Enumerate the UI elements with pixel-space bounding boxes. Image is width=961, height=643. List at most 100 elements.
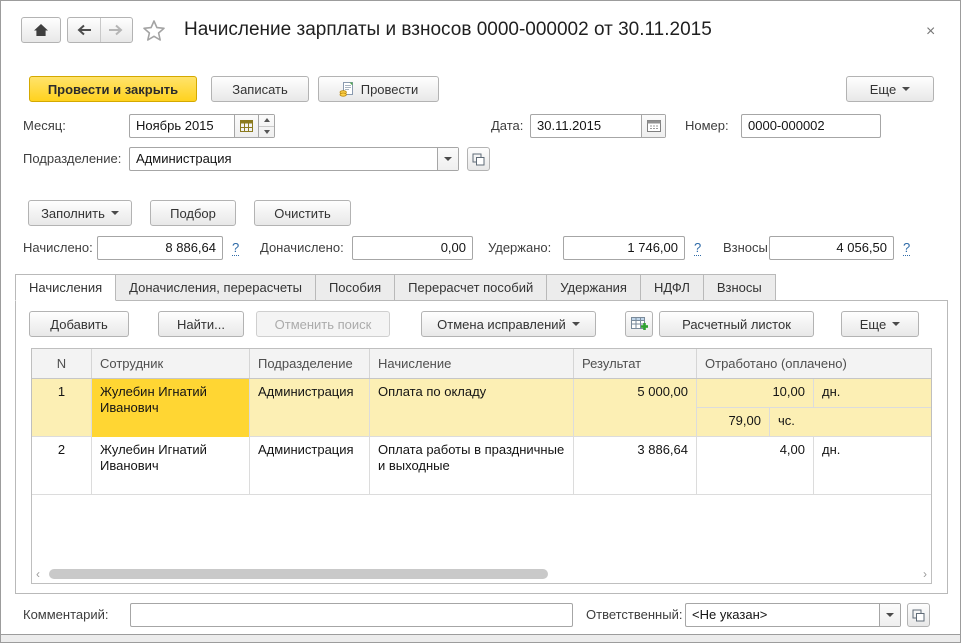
- clear-button[interactable]: Очистить: [254, 200, 351, 226]
- table-settings-button[interactable]: [625, 311, 653, 337]
- more-button-grid[interactable]: Еще: [841, 311, 919, 337]
- cell-employee-current[interactable]: Жулебин Игнатий Иванович: [92, 379, 250, 437]
- col-header-worked[interactable]: Отработано (оплачено): [697, 349, 931, 378]
- post-button[interactable]: Провести: [318, 76, 439, 102]
- calendar-grid-icon: [240, 120, 253, 132]
- scroll-left-icon[interactable]: ‹: [36, 567, 40, 581]
- cell-worked-days-value[interactable]: 4,00: [697, 437, 814, 495]
- horizontal-scrollbar[interactable]: ‹ ›: [33, 566, 930, 582]
- chevron-down-icon: [902, 87, 911, 91]
- fill-label: Заполнить: [41, 205, 105, 221]
- post-and-close-button[interactable]: Провести и закрыть: [29, 76, 197, 102]
- back-button[interactable]: [68, 18, 100, 42]
- cell-employee[interactable]: Жулебин Игнатий Иванович: [92, 437, 250, 495]
- post-label: Провести: [360, 81, 419, 97]
- chevron-down-icon: [110, 211, 119, 215]
- calendar-icon: [646, 120, 661, 132]
- month-picker-button[interactable]: [234, 115, 258, 137]
- tab-bar: Начисления Доначисления, перерасчеты Пос…: [15, 274, 776, 301]
- undo-corrections-button[interactable]: Отмена исправлений: [421, 311, 596, 337]
- contributions-input[interactable]: 4 056,50: [769, 236, 894, 260]
- date-field-group: 30.11.2015: [530, 114, 666, 138]
- department-open-button[interactable]: [467, 147, 490, 171]
- home-icon: [34, 24, 48, 36]
- scroll-right-icon[interactable]: ›: [923, 567, 927, 581]
- spinner-down-button[interactable]: [259, 127, 274, 138]
- payslip-button[interactable]: Расчетный листок: [659, 311, 814, 337]
- withheld-help-link[interactable]: ?: [694, 236, 702, 260]
- department-input[interactable]: Администрация: [130, 148, 437, 170]
- tab-deductions[interactable]: Удержания: [546, 274, 641, 301]
- cell-result[interactable]: 5 000,00: [574, 379, 697, 437]
- add-row-label: Добавить: [50, 316, 108, 332]
- col-header-department[interactable]: Подразделение: [250, 349, 370, 378]
- comment-input[interactable]: [130, 603, 573, 627]
- add-row-button[interactable]: Добавить: [29, 311, 129, 337]
- pick-button[interactable]: Подбор: [150, 200, 236, 226]
- cell-worked-days-value[interactable]: 10,00: [697, 379, 814, 408]
- tab-benefits-recalc[interactable]: Перерасчет пособий: [394, 274, 548, 301]
- pick-label: Подбор: [170, 205, 216, 221]
- col-header-result[interactable]: Результат: [574, 349, 697, 378]
- scrollbar-thumb[interactable]: [49, 569, 548, 579]
- cell-worked-hours-value[interactable]: 79,00: [697, 408, 770, 437]
- cancel-search-label: Отменить поиск: [274, 316, 372, 332]
- col-header-accrual[interactable]: Начисление: [370, 349, 574, 378]
- window-bottom-strip: [1, 634, 960, 642]
- accrued-input[interactable]: 8 886,64: [97, 236, 223, 260]
- fill-button[interactable]: Заполнить: [28, 200, 132, 226]
- tab-benefits[interactable]: Пособия: [314, 274, 396, 301]
- responsible-label: Ответственный:: [586, 607, 683, 622]
- chevron-down-icon: [892, 322, 901, 326]
- table-row[interactable]: 1 Жулебин Игнатий Иванович Администрация…: [32, 379, 931, 437]
- cell-n[interactable]: 1: [32, 379, 92, 437]
- col-header-employee[interactable]: Сотрудник: [92, 349, 250, 378]
- spinner-down-icon: [263, 129, 270, 134]
- date-picker-button[interactable]: [641, 115, 665, 137]
- cell-department[interactable]: Администрация: [250, 437, 370, 495]
- write-button[interactable]: Записать: [211, 76, 309, 102]
- cell-department[interactable]: Администрация: [250, 379, 370, 437]
- contributions-help-link[interactable]: ?: [903, 236, 911, 260]
- home-button[interactable]: [21, 17, 61, 43]
- responsible-input[interactable]: <Не указан>: [686, 604, 879, 626]
- chevron-down-icon: [886, 613, 894, 617]
- spinner-up-button[interactable]: [259, 115, 274, 127]
- cell-accrual[interactable]: Оплата работы в праздничные и выходные: [370, 437, 574, 495]
- post-and-close-label: Провести и закрыть: [47, 81, 179, 97]
- department-label: Подразделение:: [23, 151, 122, 166]
- forward-button[interactable]: [101, 18, 133, 42]
- write-label: Записать: [232, 81, 288, 97]
- find-button[interactable]: Найти...: [158, 311, 244, 337]
- accrued-help-link[interactable]: ?: [232, 236, 240, 260]
- month-spinner[interactable]: [258, 115, 274, 137]
- additional-label: Доначислено:: [260, 240, 344, 255]
- additional-input[interactable]: 0,00: [352, 236, 473, 260]
- number-input[interactable]: 0000-000002: [741, 114, 881, 138]
- month-input[interactable]: Ноябрь 2015: [130, 115, 234, 137]
- cell-worked-hours-unit[interactable]: чс.: [770, 408, 931, 437]
- responsible-dropdown-button[interactable]: [879, 604, 900, 626]
- department-dropdown-button[interactable]: [437, 148, 458, 170]
- table-add-icon: [631, 317, 648, 330]
- cell-accrual[interactable]: Оплата по окладу: [370, 379, 574, 437]
- cell-result[interactable]: 3 886,64: [574, 437, 697, 495]
- favorite-star-button[interactable]: [142, 19, 166, 45]
- responsible-open-button[interactable]: [907, 603, 930, 627]
- cell-n[interactable]: 2: [32, 437, 92, 495]
- chevron-down-icon: [571, 322, 580, 326]
- withheld-input[interactable]: 1 746,00: [563, 236, 685, 260]
- tab-additional-accruals[interactable]: Доначисления, перерасчеты: [115, 274, 316, 301]
- table-row[interactable]: 2 Жулебин Игнатий Иванович Администрация…: [32, 437, 931, 495]
- cell-worked-days-unit[interactable]: дн.: [814, 437, 931, 495]
- tab-ndfl[interactable]: НДФЛ: [639, 274, 704, 301]
- close-button[interactable]: ×: [926, 23, 935, 41]
- col-header-n[interactable]: N: [32, 349, 92, 378]
- more-button-top[interactable]: Еще: [846, 76, 934, 102]
- tab-contributions[interactable]: Взносы: [702, 274, 776, 301]
- cell-worked-days-unit[interactable]: дн.: [814, 379, 931, 408]
- withheld-label: Удержано:: [488, 240, 552, 255]
- date-input[interactable]: 30.11.2015: [531, 115, 641, 137]
- tab-accruals[interactable]: Начисления: [15, 274, 117, 301]
- back-arrow-icon: [77, 24, 91, 36]
